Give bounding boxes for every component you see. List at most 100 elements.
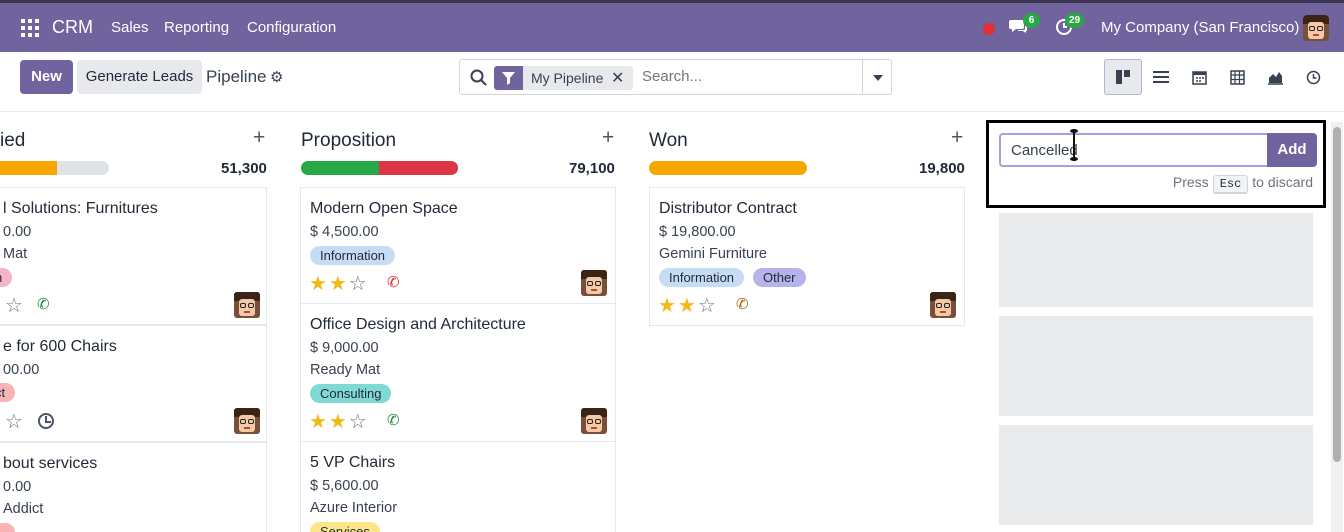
column-placeholder <box>999 316 1313 416</box>
card-company: Gemini Furniture <box>659 246 767 262</box>
facet-label: My Pipeline <box>531 70 604 86</box>
clock-icon[interactable] <box>38 413 54 429</box>
card-amount: $ 4,500.00 <box>310 224 379 240</box>
card-company: Ready Mat <box>310 362 381 378</box>
add-column-form: Add PressEscto discard <box>986 120 1326 208</box>
priority-stars[interactable]: ★★☆ <box>309 409 369 434</box>
top-navbar: CRM Sales Reporting Configuration 6 29 M… <box>0 0 1344 52</box>
card-company: Addict <box>3 501 44 517</box>
list-view-icon[interactable] <box>1142 59 1180 95</box>
card-tag[interactable]: ct <box>0 383 16 402</box>
avatar[interactable] <box>234 292 260 318</box>
lead-card[interactable]: e for 600 Chairs 00.00 ct ☆ <box>0 325 267 442</box>
company-switcher[interactable]: My Company (San Francisco) <box>1101 19 1299 36</box>
card-tag[interactable]: Other <box>753 268 806 287</box>
phone-icon[interactable]: ✆ <box>387 411 400 429</box>
hint-after: to discard <box>1252 174 1313 190</box>
avatar[interactable] <box>930 292 956 318</box>
calendar-view-icon[interactable] <box>1180 59 1218 95</box>
menu-sales[interactable]: Sales <box>111 19 149 36</box>
card-amount: 0.00 <box>3 224 32 240</box>
card-title: 5 VP Chairs <box>310 454 396 471</box>
phone-icon[interactable]: ✆ <box>736 295 749 313</box>
lead-card[interactable]: Office Design and Architecture $ 9,000.0… <box>300 303 616 442</box>
search-icon[interactable] <box>469 68 489 88</box>
column-total: 51,300 <box>221 160 267 177</box>
search-input[interactable] <box>642 68 852 85</box>
kanban-view-icon[interactable] <box>1104 59 1142 95</box>
card-company: Mat <box>3 246 28 262</box>
card-title: e for 600 Chairs <box>3 338 117 355</box>
breadcrumb: Pipeline <box>206 67 267 86</box>
gear-icon[interactable]: ⚙ <box>270 68 283 86</box>
avatar[interactable] <box>581 270 607 296</box>
card-tag[interactable] <box>0 523 15 532</box>
avatar[interactable] <box>581 408 607 434</box>
search-bar: My Pipeline ✕ <box>459 59 892 95</box>
card-tag[interactable]: Information <box>310 246 396 265</box>
lead-card[interactable]: Modern Open Space $ 4,500.00 Information… <box>300 187 616 304</box>
card-tag[interactable]: Consulting <box>310 384 392 403</box>
column-placeholder <box>999 425 1313 525</box>
lead-card[interactable]: l Solutions: Furnitures 0.00 Mat n ☆ ✆ <box>0 187 267 325</box>
add-column-button[interactable]: Add <box>1267 133 1317 167</box>
discard-hint: Press Esc to discard <box>1173 174 1313 194</box>
lead-card[interactable]: 5 VP Chairs $ 5,600.00 Azure Interior Se… <box>300 441 616 532</box>
column-name-input[interactable] <box>999 133 1267 167</box>
priority-stars[interactable]: ★★☆ <box>658 293 718 318</box>
column-progress-bar[interactable] <box>0 161 109 175</box>
card-tag[interactable]: Services <box>310 522 380 532</box>
remove-facet-icon[interactable]: ✕ <box>611 68 624 88</box>
text-cursor-icon <box>1070 129 1078 161</box>
card-tag[interactable]: Information <box>659 268 745 287</box>
messages-count-badge: 6 <box>1023 13 1040 28</box>
quick-create-plus-icon[interactable]: + <box>951 126 963 150</box>
phone-icon[interactable]: ✆ <box>37 295 50 313</box>
scrollbar[interactable] <box>1331 122 1343 532</box>
recording-indicator-icon[interactable] <box>983 23 995 35</box>
quick-create-plus-icon[interactable]: + <box>253 126 265 150</box>
card-tag[interactable]: n <box>0 268 13 287</box>
activity-view-icon[interactable] <box>1294 59 1332 95</box>
avatar[interactable] <box>234 408 260 434</box>
menu-reporting[interactable]: Reporting <box>164 19 229 36</box>
column-title[interactable]: Proposition <box>301 130 396 152</box>
card-amount: $ 9,000.00 <box>310 340 379 356</box>
pivot-view-icon[interactable] <box>1218 59 1256 95</box>
card-amount: 00.00 <box>3 362 40 378</box>
control-panel: New Generate Leads Pipeline ⚙ My Pipelin… <box>0 52 1344 112</box>
menu-configuration[interactable]: Configuration <box>247 19 336 36</box>
card-company: Azure Interior <box>310 500 398 516</box>
column-total: 79,100 <box>569 160 615 177</box>
column-total: 19,800 <box>919 160 965 177</box>
card-amount: $ 5,600.00 <box>310 478 379 494</box>
card-title: Office Design and Architecture <box>310 316 526 333</box>
column-title[interactable]: ied <box>0 130 25 152</box>
lead-card[interactable]: Distributor Contract $ 19,800.00 Gemini … <box>649 187 965 326</box>
column-progress-bar[interactable] <box>649 161 807 175</box>
card-title: l Solutions: Furnitures <box>3 200 158 217</box>
card-amount: 0.00 <box>3 479 32 495</box>
avatar-face-icon <box>1303 15 1329 41</box>
card-amount: $ 19,800.00 <box>659 224 736 240</box>
app-name[interactable]: CRM <box>52 17 93 38</box>
generate-leads-button[interactable]: Generate Leads <box>77 60 202 94</box>
column-progress-bar[interactable] <box>301 161 458 175</box>
card-title: bout services <box>3 455 98 472</box>
priority-stars[interactable]: ★★☆ <box>309 271 369 296</box>
graph-view-icon[interactable] <box>1256 59 1294 95</box>
priority-stars[interactable]: ☆ <box>5 293 25 318</box>
column-title[interactable]: Won <box>649 130 688 152</box>
search-options-toggle[interactable] <box>862 60 892 94</box>
quick-create-plus-icon[interactable]: + <box>602 126 614 150</box>
card-title: Modern Open Space <box>310 200 458 217</box>
filter-icon <box>494 66 523 90</box>
search-facet: My Pipeline ✕ <box>494 66 633 90</box>
user-avatar[interactable] <box>1303 15 1329 41</box>
hint-press: Press <box>1172 174 1209 190</box>
lead-card[interactable]: bout services 0.00 Addict <box>0 442 267 532</box>
app-menu-icon[interactable] <box>21 19 39 37</box>
new-button[interactable]: New <box>20 60 73 94</box>
phone-icon[interactable]: ✆ <box>387 273 400 291</box>
priority-stars[interactable]: ☆ <box>5 409 25 434</box>
